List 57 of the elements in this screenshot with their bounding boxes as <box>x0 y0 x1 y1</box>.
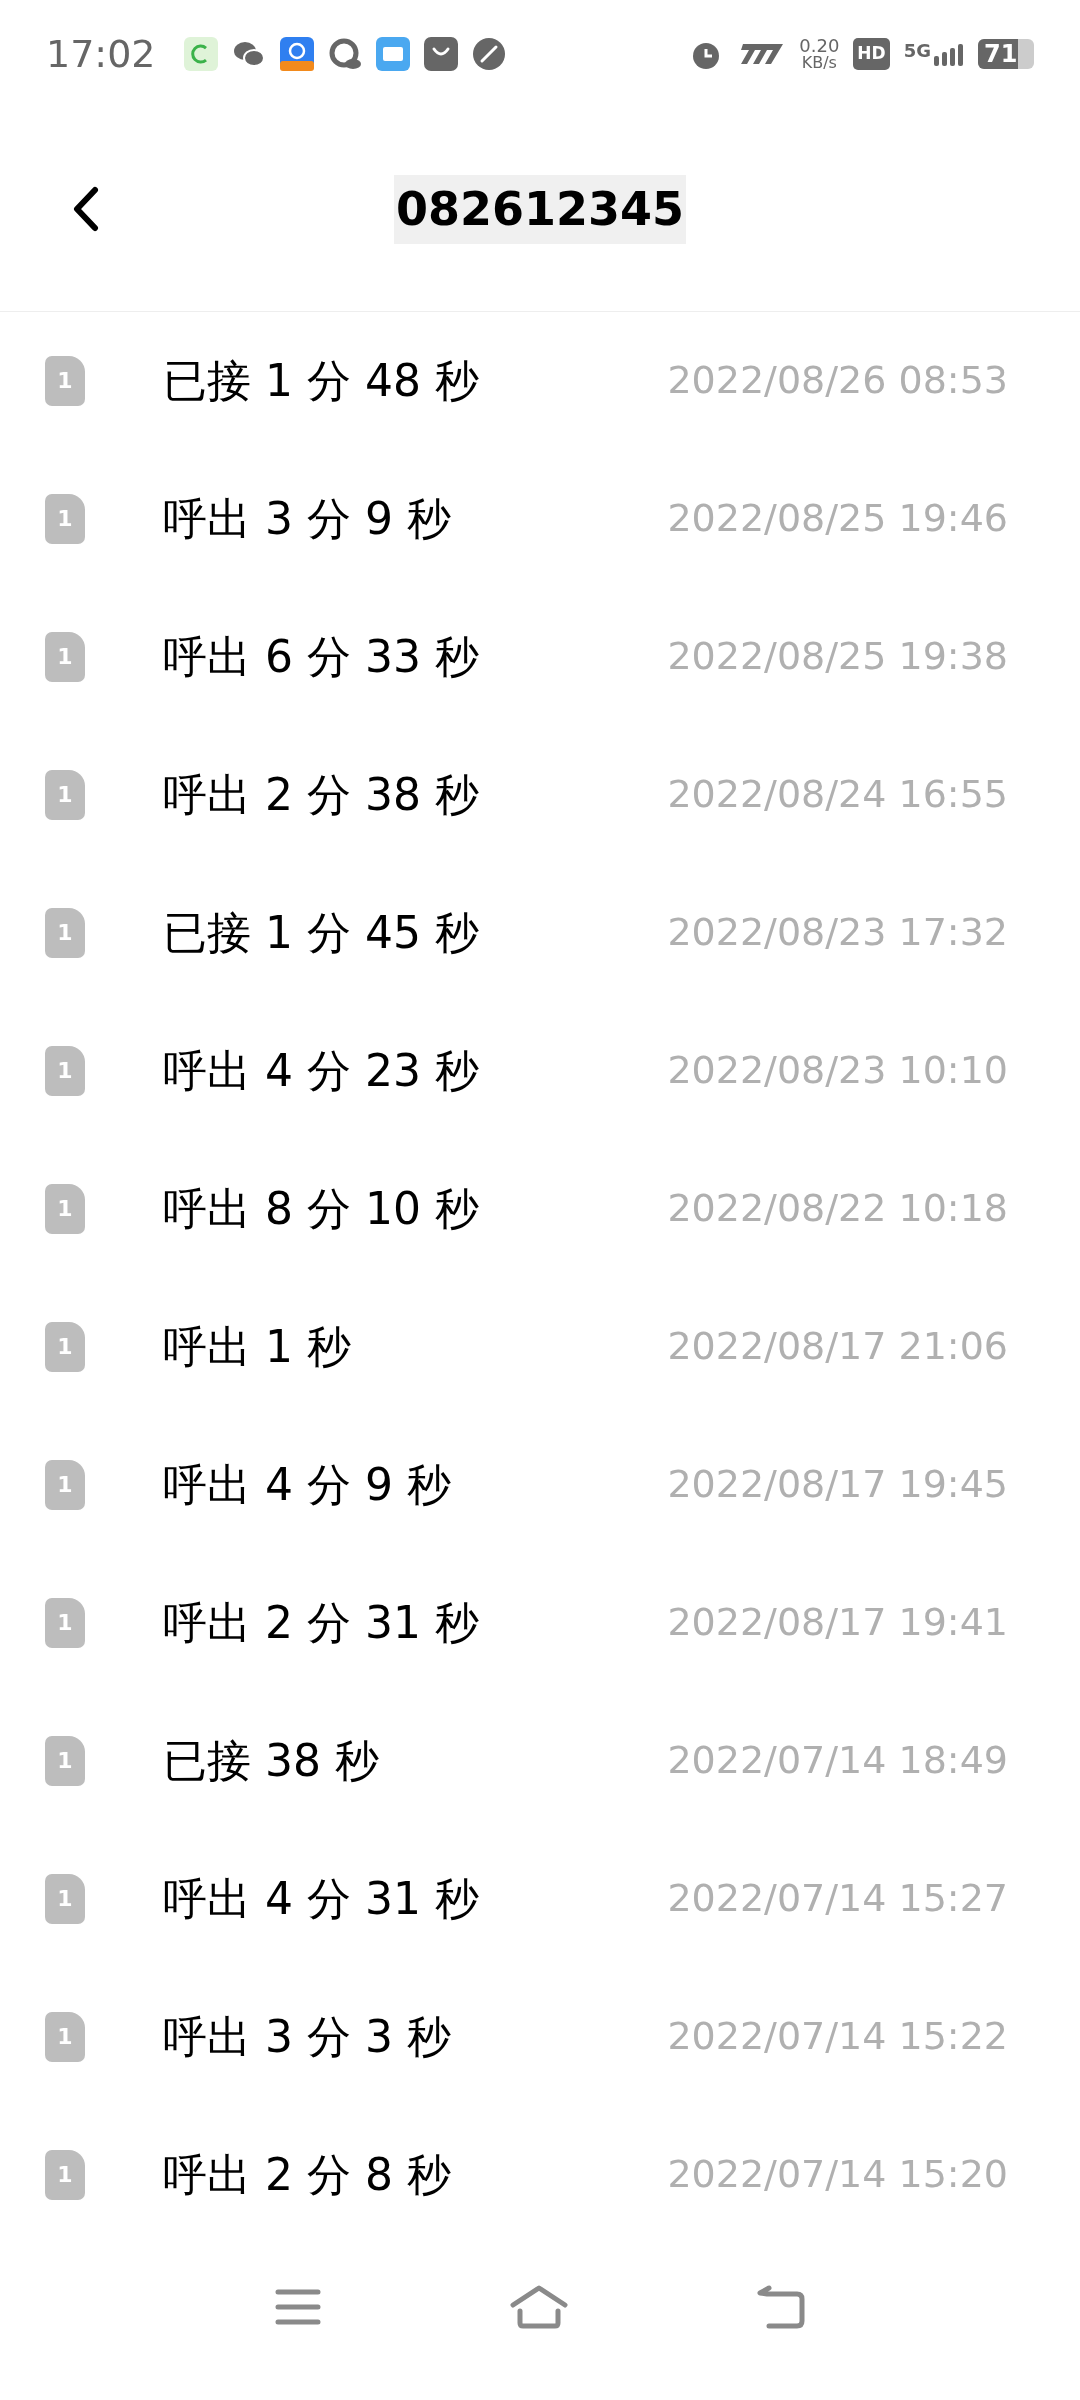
call-time: 2022/07/14 15:27 <box>667 1875 1008 1923</box>
call-time: 2022/08/17 19:41 <box>667 1599 1008 1647</box>
call-time: 2022/08/25 19:46 <box>667 495 1008 543</box>
call-summary: 呼出 8 分 10 秒 <box>163 1181 479 1236</box>
sim-icon: 1 <box>45 769 85 820</box>
sim-icon: 1 <box>45 1459 85 1510</box>
call-time: 2022/07/14 15:22 <box>667 2013 1008 2061</box>
call-time: 2022/08/17 19:45 <box>667 1461 1008 1509</box>
back-icon <box>71 186 99 233</box>
sim-icon: 1 <box>45 2149 85 2200</box>
sim-icon: 1 <box>45 2011 85 2062</box>
call-time: 2022/08/25 19:38 <box>667 633 1008 681</box>
network-type: 5G <box>903 42 931 61</box>
call-time: 2022/07/14 18:49 <box>667 1737 1008 1785</box>
cloud-icon <box>327 37 362 72</box>
clock-time: 17:02 <box>46 30 156 78</box>
call-summary: 呼出 2 分 38 秒 <box>163 767 479 822</box>
bag-icon <box>423 37 458 72</box>
network-speed: 0.20 <box>799 37 840 56</box>
call-time: 2022/08/22 10:18 <box>667 1185 1008 1233</box>
call-summary: 呼出 6 分 33 秒 <box>163 629 479 684</box>
call-summary: 已接 38 秒 <box>163 1733 379 1788</box>
call-summary: 呼出 4 分 31 秒 <box>163 1871 479 1926</box>
call-summary: 呼出 3 分 9 秒 <box>163 491 451 546</box>
sim-icon: 1 <box>45 1183 85 1234</box>
call-summary: 呼出 4 分 9 秒 <box>163 1457 451 1512</box>
sim-icon: 1 <box>45 1735 85 1786</box>
speed-unit: KB/s <box>801 55 837 72</box>
call-summary: 呼出 4 分 23 秒 <box>163 1043 479 1098</box>
call-time: 2022/08/26 08:53 <box>667 357 1008 405</box>
app-icon <box>183 37 218 72</box>
sim-icon: 1 <box>45 1321 85 1372</box>
call-time: 2022/08/23 10:10 <box>667 1047 1008 1095</box>
sim-icon: 1 <box>45 355 85 406</box>
call-summary: 呼出 1 秒 <box>163 1319 351 1374</box>
call-time: 2022/08/24 16:55 <box>667 771 1008 819</box>
sim-icon: 1 <box>45 631 85 682</box>
call-summary: 已接 1 分 45 秒 <box>163 905 479 960</box>
call-summary: 呼出 2 分 31 秒 <box>163 1595 479 1650</box>
page-title: 082612345 <box>393 175 687 244</box>
home-icon <box>510 2284 568 2329</box>
sim-icon: 1 <box>45 1045 85 1096</box>
menu-icon <box>274 2288 321 2325</box>
call-summary: 呼出 2 分 8 秒 <box>163 2147 451 2202</box>
sim-icon: 1 <box>45 493 85 544</box>
call-summary: 已接 1 分 48 秒 <box>163 353 479 408</box>
sim-icon: 1 <box>45 907 85 958</box>
sim-icon: 1 <box>45 1597 85 1648</box>
signal-icon <box>934 42 964 67</box>
call-time: 2022/08/17 21:06 <box>667 1323 1008 1371</box>
sim-icon: 1 <box>45 1873 85 1924</box>
call-time: 2022/07/14 15:20 <box>667 2151 1008 2199</box>
call-summary: 呼出 3 分 3 秒 <box>163 2009 451 2064</box>
hd-badge: HD <box>853 38 890 70</box>
battery-percent: 71 <box>983 42 1018 67</box>
return-icon <box>757 2284 806 2329</box>
call-time: 2022/08/23 17:32 <box>667 909 1008 957</box>
